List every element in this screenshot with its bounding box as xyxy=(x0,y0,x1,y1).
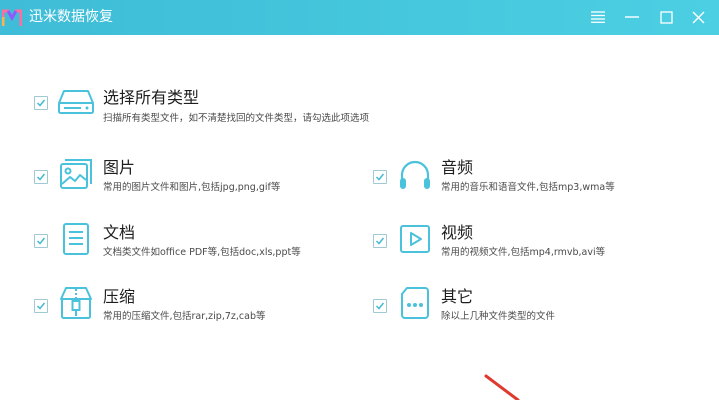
other-title[interactable]: 其它 xyxy=(441,287,473,307)
select-all-description: 扫描所有类型文件，如不清楚找回的文件类型，请勾选此项选项 xyxy=(103,113,370,124)
audio-title[interactable]: 音频 xyxy=(441,158,473,178)
pictures-title[interactable]: 图片 xyxy=(103,158,135,178)
select-all-title[interactable]: 选择所有类型 xyxy=(103,88,199,108)
more-icon xyxy=(401,287,429,319)
video-icon xyxy=(400,225,430,253)
pictures-description: 常用的图片文件和图片,包括jpg,png,gif等 xyxy=(103,182,281,193)
picture-icon xyxy=(60,159,92,189)
maximize-button[interactable] xyxy=(653,5,679,29)
audio-checkbox[interactable] xyxy=(373,170,387,184)
select-all-checkbox[interactable] xyxy=(34,96,48,110)
menu-button[interactable] xyxy=(585,5,611,29)
check-icon xyxy=(375,302,385,310)
archives-title[interactable]: 压缩 xyxy=(103,287,135,307)
red-arrow-annotation xyxy=(484,374,520,400)
close-button[interactable] xyxy=(685,5,711,29)
other-description: 除以上几种文件类型的文件 xyxy=(441,311,556,322)
close-icon xyxy=(692,11,704,23)
maximize-icon xyxy=(659,10,673,24)
check-icon xyxy=(36,99,46,107)
menu-icon xyxy=(591,11,605,23)
audio-description: 常用的音乐和语音文件,包括mp3,wma等 xyxy=(441,182,615,193)
video-checkbox[interactable] xyxy=(373,234,387,248)
video-title[interactable]: 视频 xyxy=(441,223,473,243)
pictures-checkbox[interactable] xyxy=(34,170,48,184)
video-description: 常用的视频文件,包括mp4,rmvb,avi等 xyxy=(441,247,606,258)
documents-description: 文档类文件如office PDF等,包括doc,xls,ppt等 xyxy=(103,247,301,258)
headphones-icon xyxy=(400,160,430,189)
m-logo-icon xyxy=(2,9,22,26)
minimize-icon xyxy=(625,16,639,18)
archive-icon xyxy=(60,287,92,319)
app-title: 迅米数据恢复 xyxy=(29,9,113,25)
documents-title[interactable]: 文档 xyxy=(103,223,135,243)
drive-icon xyxy=(58,90,94,114)
archives-checkbox[interactable] xyxy=(34,299,48,313)
check-icon xyxy=(36,237,46,245)
other-checkbox[interactable] xyxy=(373,299,387,313)
check-icon xyxy=(36,173,46,181)
check-icon xyxy=(375,173,385,181)
document-icon xyxy=(63,223,89,255)
archives-description: 常用的压缩文件,包括rar,zip,7z,cab等 xyxy=(103,311,266,322)
check-icon xyxy=(375,237,385,245)
documents-checkbox[interactable] xyxy=(34,234,48,248)
title-bar: 迅米数据恢复 xyxy=(0,0,719,35)
check-icon xyxy=(36,302,46,310)
minimize-button[interactable] xyxy=(619,5,645,29)
